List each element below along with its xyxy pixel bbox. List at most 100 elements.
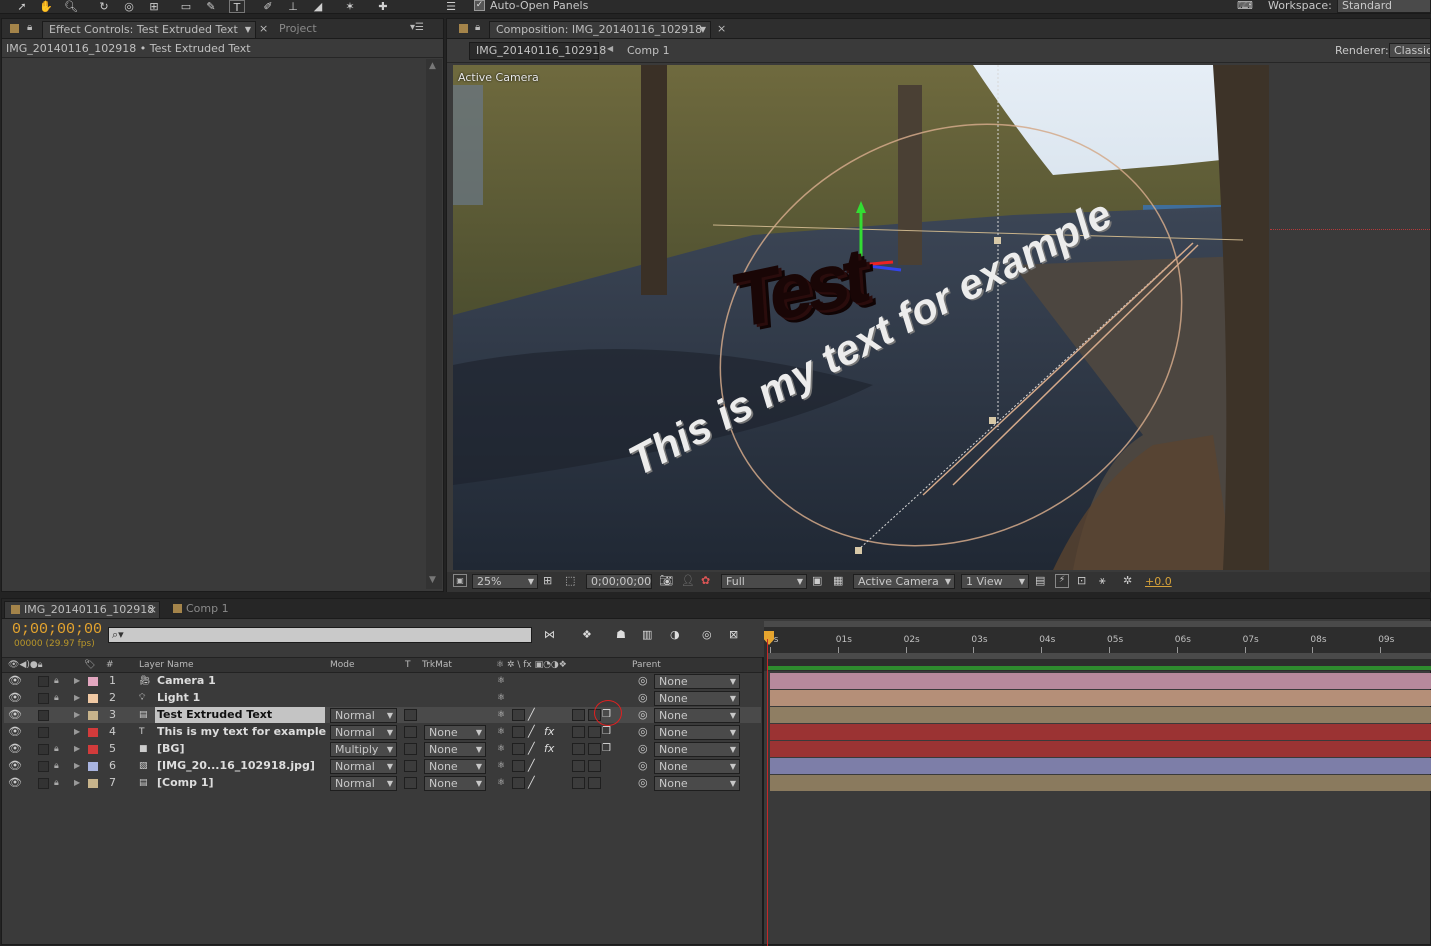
layer-duration-bar[interactable] <box>770 724 1431 740</box>
panel-menu-icon[interactable]: ▾☰ <box>410 22 424 33</box>
ruler-tick-label: 03s <box>971 635 988 645</box>
layer-duration-bar[interactable] <box>770 690 1431 706</box>
lock-icon[interactable]: 🔒︎ <box>27 22 32 33</box>
show-snapshot-icon[interactable]: 👤︎ <box>681 574 695 587</box>
annotation-circle <box>594 700 622 726</box>
brush-tool-icon[interactable]: ✐ <box>260 0 276 13</box>
toggle-pixel-aspect-icon[interactable]: ▤ <box>1035 574 1045 587</box>
rectangle-tool-icon[interactable]: ▭ <box>178 0 194 13</box>
close-tab-icon[interactable]: × <box>259 22 268 35</box>
ruler-tick-mark <box>1244 647 1246 653</box>
effect-controls-panel: 🔒︎ Effect Controls: Test Extruded Text ▼… <box>1 18 444 592</box>
exposure-icon[interactable]: ✲ <box>1123 574 1132 587</box>
tab-dropdown-icon[interactable]: ▼ <box>700 22 706 38</box>
tab-composition-label: Composition: IMG_20140116_102918 <box>496 23 703 36</box>
timecode-button[interactable]: 0;00;00;00 <box>586 574 652 589</box>
ruler-tick-mark <box>1109 647 1110 653</box>
tab-timeline-comp[interactable]: IMG_20140116_102918 × <box>4 601 160 618</box>
tab-timeline-label: IMG_20140116_102918 <box>24 603 155 616</box>
pen-tool-icon[interactable]: ✎ <box>203 0 219 13</box>
tab-comp-1[interactable]: Comp 1 <box>167 601 235 618</box>
tab-composition[interactable]: Composition: IMG_20140116_102918 ▼ <box>489 21 711 38</box>
layer-duration-bar[interactable] <box>770 673 1431 689</box>
comp-panel-tabbar: 🔒︎ Composition: IMG_20140116_102918 ▼ × <box>447 19 1430 39</box>
timeline-zoom-bar[interactable] <box>768 653 1431 659</box>
layer-duration-bar[interactable] <box>770 707 1431 723</box>
motion-blur-icon[interactable]: ◑ <box>670 628 680 641</box>
clone-stamp-tool-icon[interactable]: ⊥ <box>285 0 301 13</box>
exposure-value[interactable]: +0.0 <box>1145 575 1172 588</box>
tab-dropdown-icon[interactable]: ▼ <box>245 22 251 38</box>
flowchart-icon[interactable]: ⚹ <box>1099 574 1106 588</box>
ruler-ticks: 0s01s02s03s04s05s06s07s08s09s <box>764 633 1431 653</box>
close-tab-icon[interactable]: × <box>717 22 726 35</box>
resolution-dropdown[interactable]: Full <box>721 574 807 589</box>
render-cache-bar <box>768 666 1431 670</box>
comp-chip-icon <box>11 605 20 614</box>
ruler-tick-label: 08s <box>1310 635 1327 645</box>
ruler-tick-label: 01s <box>835 635 852 645</box>
zoom-dropdown[interactable]: 25% <box>472 574 538 589</box>
draft-3d-icon[interactable]: ❖ <box>582 628 592 641</box>
hand-tool-icon[interactable]: ✋ <box>38 0 54 13</box>
timeline-icon[interactable]: ⊡ <box>1077 574 1086 587</box>
graph-editor-icon[interactable]: ◎ <box>702 628 712 641</box>
tab-project[interactable]: Project <box>273 21 323 38</box>
ruler-tick-label: 05s <box>1107 635 1124 645</box>
camera-orbit-tool-icon[interactable]: ◎ <box>121 0 137 13</box>
vertical-scrollbar[interactable]: ▲ ▼ <box>426 59 442 589</box>
tab-effect-controls[interactable]: Effect Controls: Test Extruded Text ▼ <box>42 21 256 38</box>
ruler-tick-mark <box>905 647 907 653</box>
brainstorm-icon[interactable]: ⊠ <box>729 628 738 641</box>
renderer-button[interactable]: Classic <box>1389 43 1431 58</box>
scroll-up-icon[interactable]: ▲ <box>429 61 436 71</box>
eraser-tool-icon[interactable]: ◢ <box>310 0 326 13</box>
pane-divider[interactable] <box>762 657 764 946</box>
region-icon[interactable]: ▣ <box>812 574 822 587</box>
frame-blending-icon[interactable]: ▥ <box>642 628 652 641</box>
auto-open-panels-checkbox[interactable]: ✓ <box>474 0 485 11</box>
hide-shy-layers-icon[interactable]: ☗ <box>616 628 626 641</box>
transparency-grid-icon[interactable]: ▦ <box>833 574 843 587</box>
time-ruler[interactable]: 0s01s02s03s04s05s06s07s08s09s <box>764 621 1431 671</box>
ruler-tick-mark <box>1380 647 1382 653</box>
layer-duration-bar[interactable] <box>770 741 1431 757</box>
ruler-tick-mark <box>1312 647 1314 653</box>
workspace-label: Workspace: <box>1268 0 1332 12</box>
workspace-dropdown[interactable]: Standard <box>1337 0 1431 13</box>
always-preview-icon[interactable]: ▣ <box>453 574 467 587</box>
close-tab-icon[interactable]: × <box>148 602 157 618</box>
comp-mini-flowchart-icon[interactable]: ⋈ <box>544 628 555 641</box>
fast-previews-icon[interactable]: ⚡ <box>1055 574 1069 588</box>
timeline-tabbar: IMG_20140116_102918 × Comp 1 <box>2 599 1430 619</box>
panel-menu-icon[interactable]: ☰ <box>443 0 459 13</box>
work-area-bar[interactable] <box>764 621 1431 627</box>
view-dropdown[interactable]: Active Camera <box>853 574 955 589</box>
lock-icon[interactable]: 🔒︎ <box>475 22 480 33</box>
col-layer-name[interactable]: Layer Name <box>139 658 194 672</box>
composition-viewer[interactable]: Active Camera Test This is my text for e… <box>453 65 1269 570</box>
rotate-tool-icon[interactable]: ↻ <box>96 0 112 13</box>
selection-tool-icon[interactable]: ➚ <box>14 0 30 13</box>
pan-behind-tool-icon[interactable]: ⊞ <box>146 0 162 13</box>
layer-duration-bar[interactable] <box>770 775 1431 791</box>
roto-brush-tool-icon[interactable]: ✶ <box>342 0 358 13</box>
comp-nav-next[interactable]: Comp 1 <box>627 44 670 57</box>
scroll-down-icon[interactable]: ▼ <box>429 575 436 585</box>
divider <box>447 62 1430 63</box>
fit-icon[interactable]: ⊞ <box>543 574 552 587</box>
region-of-interest-icon[interactable]: ⬚ <box>565 574 575 587</box>
current-timecode[interactable]: 0;00;00;00 <box>12 621 102 638</box>
type-tool-icon[interactable]: T <box>229 0 245 14</box>
snapshot-icon[interactable]: 📷︎ <box>659 574 673 587</box>
search-input[interactable]: ⌕▾ <box>108 627 532 643</box>
puppet-pin-tool-icon[interactable]: ✚ <box>375 0 391 13</box>
comp-nav-current[interactable]: IMG_20140116_102918 <box>469 42 606 60</box>
zoom-tool-icon[interactable]: 🔍︎ <box>63 0 79 13</box>
col-parent: Parent <box>632 660 661 670</box>
layer-duration-bar[interactable] <box>770 758 1431 774</box>
channel-icon[interactable]: ✿ <box>701 574 710 587</box>
renderer-label: Renderer: <box>1335 44 1389 57</box>
ruler-tick-label: 02s <box>903 635 920 645</box>
views-layout-dropdown[interactable]: 1 View <box>961 574 1029 589</box>
